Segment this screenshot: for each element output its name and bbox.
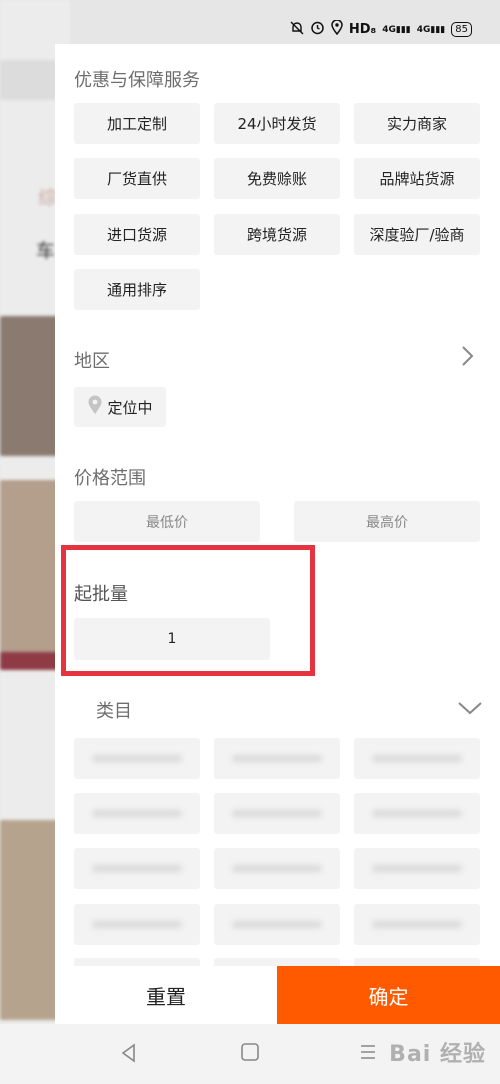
signal-1: 4G▮▮▮ [382,24,411,35]
category-tag[interactable] [74,738,200,779]
tag-factory-direct[interactable]: 厂货直供 [74,158,200,199]
status-bar: HD₈ 4G▮▮▮ 4G▮▮▮ 85 [0,0,500,44]
map-pin-icon [87,395,103,419]
location-icon [331,19,343,39]
category-tag[interactable] [214,848,340,889]
hd-label: HD₈ [348,22,377,37]
tag-crossborder-source[interactable]: 跨境货源 [214,214,340,255]
tag-24h-shipping[interactable]: 24小时发货 [214,103,340,144]
category-tag[interactable] [74,848,200,889]
category-tag[interactable] [74,793,200,834]
tag-general-sort[interactable]: 通用排序 [74,269,200,310]
category-tag[interactable] [214,738,340,779]
chevron-down-icon[interactable] [457,700,483,720]
signal-2: 4G▮▮▮ [416,24,446,35]
tag-processing[interactable]: 加工定制 [74,103,200,144]
mute-icon [290,21,304,39]
tag-brand-source[interactable]: 品牌站货源 [354,158,480,199]
category-tag[interactable] [354,793,480,834]
watermark: Bai 经验 [389,1042,486,1067]
alarm-icon [310,20,325,39]
category-title: 类目 [96,701,132,722]
tag-factory-inspection[interactable]: 深度验厂/验商 [354,214,480,255]
category-tag[interactable] [354,848,480,889]
category-tag[interactable] [214,904,340,945]
reset-button[interactable]: 重置 [55,966,277,1024]
panel-footer: 重置 确定 [55,966,500,1024]
system-nav-bar: Bai 经验 [0,1024,500,1084]
min-price-input[interactable]: 最低价 [74,501,260,542]
tag-import-source[interactable]: 进口货源 [74,214,200,255]
category-tag[interactable] [214,793,340,834]
category-tag[interactable] [74,904,200,945]
menu-icon[interactable] [358,1042,378,1066]
tag-free-credit[interactable]: 免费赊账 [214,158,340,199]
max-price-input[interactable]: 最高价 [294,501,480,542]
category-tag[interactable] [354,738,480,779]
location-button[interactable]: 定位中 [74,387,166,427]
back-icon[interactable] [118,1042,140,1068]
highlight-box [61,545,315,676]
confirm-button[interactable]: 确定 [277,966,500,1024]
region-title: 地区 [74,351,110,372]
tag-strong-merchant[interactable]: 实力商家 [354,103,480,144]
location-label: 定位中 [107,398,153,417]
category-tag[interactable] [354,904,480,945]
price-title: 价格范围 [74,468,146,489]
chevron-right-icon[interactable] [459,344,475,372]
services-title: 优惠与保障服务 [74,70,200,91]
filter-panel: 优惠与保障服务 加工定制 24小时发货 实力商家 厂货直供 免费赊账 品牌站货源… [55,44,500,1024]
background-text-2: 车 [36,240,56,262]
status-icons: HD₈ 4G▮▮▮ 4G▮▮▮ 85 [290,19,472,39]
home-icon[interactable] [240,1042,260,1066]
battery-indicator: 85 [451,22,472,37]
